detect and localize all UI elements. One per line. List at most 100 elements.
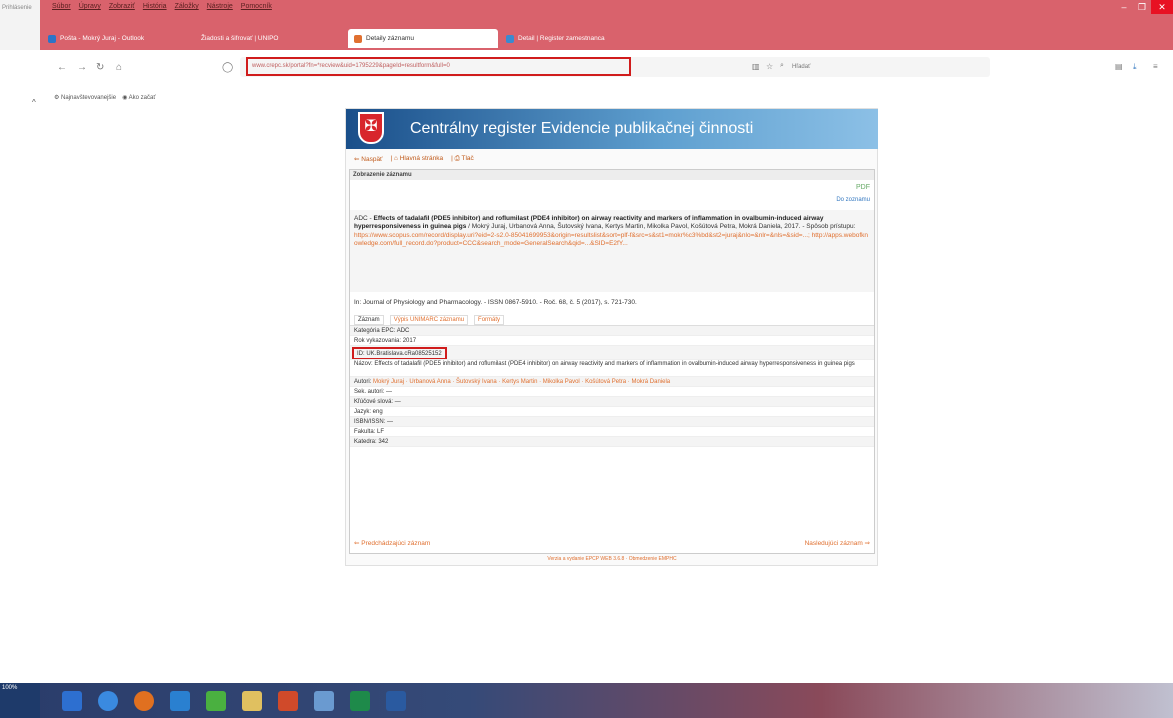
prev-label: Predchádzajúci záznam — [361, 540, 431, 547]
menu-bookmarks[interactable]: Záložky — [175, 3, 199, 10]
bookmarks-bar: ⚙ Najnavštevovanejšie ◉ Ako začať — [40, 88, 1173, 106]
field-isbn: ISBN/ISSN: — — [350, 417, 874, 427]
field-dept: Katedra: 342 — [350, 437, 874, 447]
bookmark-getting-started[interactable]: ◉ Ako začať — [122, 94, 156, 101]
menu-tools[interactable]: Nástroje — [207, 3, 233, 10]
next-record-link[interactable]: Nasledujúci záznam ⇒ — [805, 539, 870, 547]
record-navigation: ⇐ Predchádzajúci záznam Nasledujúci zázn… — [354, 539, 870, 547]
excel-icon[interactable] — [350, 691, 370, 711]
record-type: ADC - — [354, 215, 374, 222]
home-icon[interactable]: ⌂ — [116, 62, 122, 73]
menu-history[interactable]: História — [143, 3, 167, 10]
menu-edit[interactable]: Úpravy — [79, 3, 101, 10]
crepc-page: ✠ Centrálny register Evidencie publikačn… — [345, 108, 878, 566]
windows-taskbar — [0, 683, 1173, 718]
browser-icon[interactable] — [98, 691, 118, 711]
field-id-row: ID: UK.Bratislava.cRa08525152 — [350, 346, 874, 360]
bookmark-most-visited[interactable]: ⚙ Najnavštevovanejšie — [54, 94, 116, 101]
browser-titlebar: Prihlásenie Súbor Úpravy Zobraziť Histór… — [0, 0, 1173, 50]
url-field[interactable]: www.crepc.sk/portal?fn=*recview&uid=1795… — [246, 57, 631, 76]
menu-file[interactable]: Súbor — [52, 3, 71, 10]
back-link[interactable]: ⇐ Naspäť — [354, 155, 383, 163]
crepc-icon — [354, 34, 362, 43]
tab-label: Žiadosti a šifrovať | UNIPO — [201, 35, 279, 42]
back-icon[interactable]: ← — [57, 62, 67, 73]
record-tools: PDF Do zoznamu — [350, 180, 874, 210]
authors-label: Autori: — [354, 379, 372, 385]
field-keywords: Kľúčové slová: — — [350, 397, 874, 407]
tab-zaznam[interactable]: Záznam — [354, 314, 384, 325]
browser-toolbar: ← → ↻ ⌂ ◯ www.crepc.sk/portal?fn=*recvie… — [40, 50, 1173, 88]
nav-label: Tlač — [461, 155, 474, 162]
page-footer: Verzia a vydanie EPCP WEB 3.6.8 · Obmedz… — [547, 556, 677, 562]
field-faculty: Fakulta: LF — [350, 427, 874, 437]
field-id: ID: UK.Bratislava.cRa08525152 — [352, 347, 447, 359]
field-year: Rok vykazovania: 2017 — [350, 336, 874, 346]
collapse-icon[interactable]: ^ — [32, 98, 36, 107]
library-icon[interactable]: ▤ — [1115, 62, 1123, 71]
close-button[interactable]: ✕ — [1151, 0, 1173, 14]
register-icon — [506, 34, 514, 43]
powerpoint-icon[interactable] — [278, 691, 298, 711]
zoom-indicator: 100% — [0, 683, 40, 718]
left-panel-stub: Prihlásenie — [0, 0, 40, 50]
authors-links[interactable]: Mokrý Juraj · Urbanová Anna · Šutovský I… — [373, 379, 670, 385]
record-tabs: Záznam Výpis UNIMARC záznamu Formáty — [350, 314, 874, 326]
nav-label: Naspäť — [361, 156, 383, 163]
tab-unipo[interactable]: Žiadosti a šifrovať | UNIPO — [195, 29, 345, 48]
app-icon[interactable] — [206, 691, 226, 711]
menu-help[interactable]: Pomocník — [241, 3, 272, 10]
reader-icon[interactable]: ▥ — [752, 62, 760, 71]
tab-formaty[interactable]: Formáty — [474, 314, 505, 325]
left-panel-label: Prihlásenie — [2, 5, 32, 11]
record-journal: In: Journal of Physiology and Pharmacolo… — [354, 299, 637, 306]
bookmark-label: Ako začať — [128, 94, 156, 101]
tab-label: Pošta - Mokrý Juraj - Outlook — [60, 35, 145, 42]
bookmark-label: Najnavštevovanejšie — [61, 94, 117, 101]
prev-record-link[interactable]: ⇐ Predchádzajúci záznam — [354, 539, 430, 547]
folder-icon[interactable] — [242, 691, 262, 711]
forward-icon[interactable]: → — [77, 62, 87, 73]
tab-label: Detaily záznamu — [366, 35, 415, 42]
menu-view[interactable]: Zobraziť — [109, 3, 135, 10]
tab-detail-zaznamu[interactable]: Detaily záznamu — [348, 29, 498, 48]
field-category: Kategória EPC: ADC — [350, 326, 874, 336]
pdf-icon[interactable]: PDF — [856, 184, 870, 191]
add-to-list-link[interactable]: Do zoznamu — [836, 197, 870, 203]
next-label: Nasledujúci záznam — [804, 540, 863, 547]
tab-outlook[interactable]: Pošta - Mokrý Juraj - Outlook — [42, 29, 192, 48]
menu-icon[interactable]: ≡ — [1153, 62, 1158, 71]
menu-bar: Súbor Úpravy Zobraziť História Záložky N… — [52, 3, 272, 10]
tab-register[interactable]: Detail | Register zamestnanca — [500, 29, 650, 48]
banner-title: Centrálny register Evidencie publikačnej… — [410, 120, 754, 137]
record-links[interactable]: https://www.scopus.com/record/display.ur… — [354, 232, 870, 249]
search-field[interactable]: Hľadať — [792, 64, 810, 70]
word-icon[interactable] — [386, 691, 406, 711]
tab-unimarc[interactable]: Výpis UNIMARC záznamu — [389, 314, 469, 325]
star-icon[interactable]: ☆ — [766, 62, 773, 71]
window-controls: – ❐ ✕ — [1115, 0, 1173, 14]
field-authors: Autori: Mokrý Juraj · Urbanová Anna · Šu… — [350, 377, 874, 387]
doc-icon[interactable] — [314, 691, 334, 711]
record-panel: Zobrazenie záznamu PDF Do zoznamu ADC - … — [349, 169, 875, 554]
reload-icon[interactable]: ↻ — [96, 62, 104, 73]
firefox-icon[interactable] — [134, 691, 154, 711]
record-authors: / Mokrý Juraj, Urbanová Anna, Šutovský I… — [466, 223, 856, 231]
page-nav: ⇐ Naspäť | ⌂ Hlavná stránka | ⎙ Tlač — [354, 155, 474, 163]
tab-label: Detail | Register zamestnanca — [518, 35, 605, 42]
field-name: Názov: Effects of tadalafil (PDE5 inhibi… — [350, 360, 874, 377]
home-link[interactable]: | ⌂ Hlavná stránka — [391, 155, 444, 163]
windows-start-icon[interactable] — [62, 691, 82, 711]
field-lang: Jazyk: eng — [350, 407, 874, 417]
slovak-crest-icon: ✠ — [358, 112, 384, 144]
minimize-button[interactable]: – — [1115, 0, 1133, 14]
ie-icon[interactable] — [170, 691, 190, 711]
page-banner: ✠ Centrálny register Evidencie publikačn… — [346, 109, 878, 149]
maximize-button[interactable]: ❐ — [1133, 0, 1151, 14]
field-sek: Sek. autori: — — [350, 387, 874, 397]
section-title: Zobrazenie záznamu — [350, 170, 874, 180]
print-link[interactable]: | ⎙ Tlač — [451, 155, 474, 163]
search-icon: ⌕ — [780, 62, 784, 69]
shield-icon: ◯ — [222, 62, 234, 73]
download-icon[interactable]: ⤓ — [1133, 62, 1137, 72]
